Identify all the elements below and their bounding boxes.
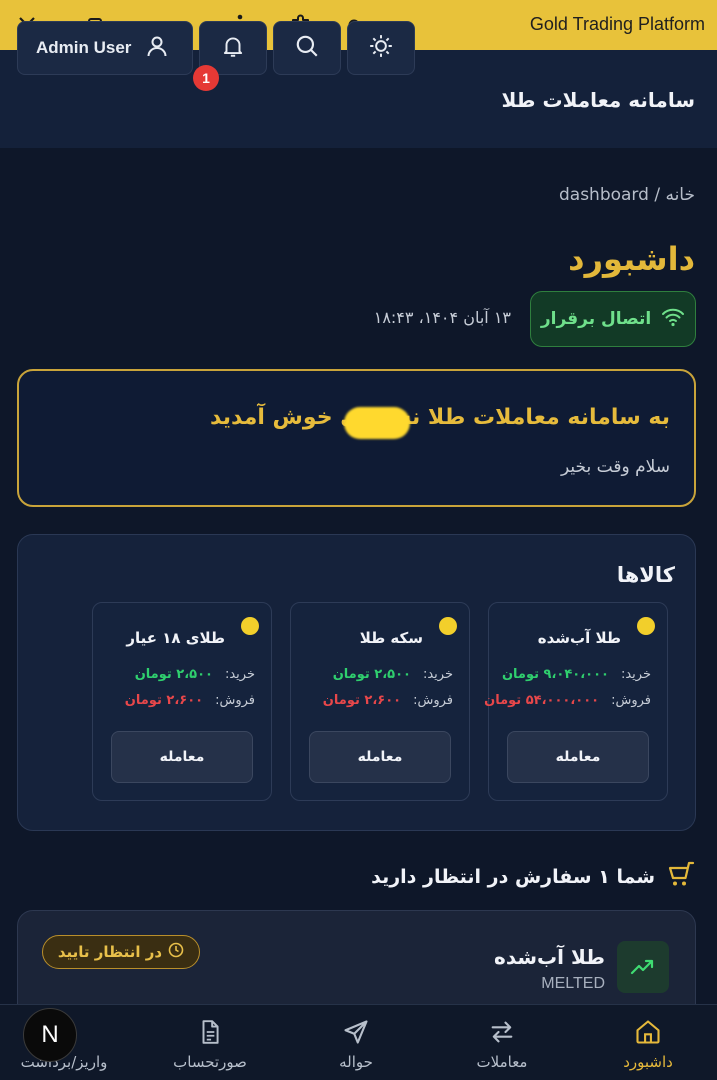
theme-toggle-button[interactable]	[347, 21, 415, 75]
sell-price: ۵۴،۰۰۰،۰۰۰ تومان	[484, 693, 600, 708]
pending-orders-text: شما ۱ سفارش در انتظار دارید	[371, 865, 655, 888]
nav-item-invoice[interactable]: صورتحساب	[150, 1017, 270, 1079]
sell-label: فروش:	[611, 693, 651, 708]
buy-price: ۲،۵۰۰ تومان	[332, 667, 411, 682]
goods-card-18k-gold: طلای ۱۸ عیار خرید: ۲،۵۰۰ تومان فروش: ۲،۶۰۰…	[92, 602, 272, 801]
trade-button[interactable]: معامله	[111, 731, 253, 783]
order-item-code: MELTED	[541, 975, 605, 992]
home-icon	[588, 1017, 708, 1047]
pending-orders-notice: شما ۱ سفارش در انتظار دارید	[371, 860, 695, 893]
page-title: داشبورد	[568, 240, 695, 278]
goods-name: سکه طلا	[359, 629, 423, 647]
live-indicator-icon	[637, 617, 655, 635]
user-icon	[145, 34, 169, 63]
trade-button[interactable]: معامله	[507, 731, 649, 783]
current-datetime: ۱۳ آبان ۱۴۰۴، ۱۸:۴۳	[373, 308, 511, 327]
swap-icon	[442, 1017, 562, 1047]
buy-price: ۹،۰۴۰،۰۰۰ تومان	[501, 667, 609, 682]
goods-title: کالاها	[616, 563, 675, 587]
dev-tools-badge[interactable]: N	[23, 1008, 77, 1062]
welcome-subtitle: سلام وقت بخیر	[561, 457, 670, 477]
welcome-banner: به سامانه معاملات طلا نسخه‌ی خوش آمدید س…	[17, 369, 696, 507]
document-icon	[150, 1017, 270, 1047]
live-indicator-icon	[439, 617, 457, 635]
notification-badge: 1	[193, 65, 219, 91]
user-name: Admin User	[36, 38, 132, 57]
sell-price: ۲،۶۰۰ تومان	[322, 693, 402, 708]
order-status-badge: در انتظار تایید	[42, 935, 200, 969]
nav-item-transfer[interactable]: حواله	[296, 1017, 416, 1079]
nav-item-trades[interactable]: معاملات	[442, 1017, 562, 1079]
nav-label: حواله	[339, 1053, 373, 1071]
nav-label: داشبورد	[623, 1053, 673, 1071]
app-title: سامانه معاملات طلا	[501, 88, 695, 112]
user-menu-button[interactable]: Admin User	[17, 21, 193, 75]
clock-icon	[168, 942, 184, 962]
goods-name: طلا آب‌شده	[537, 629, 621, 647]
goods-name: طلای ۱۸ عیار	[126, 629, 225, 647]
sell-label: فروش:	[215, 693, 255, 708]
redaction-mark	[344, 407, 410, 439]
sell-price: ۲،۶۰۰ تومان	[124, 693, 204, 708]
wifi-icon	[661, 307, 685, 332]
cart-icon	[665, 860, 695, 893]
trending-up-icon	[617, 941, 669, 993]
trade-button[interactable]: معامله	[309, 731, 451, 783]
order-status-label: در انتظار تایید	[57, 943, 163, 961]
nav-label: معاملات	[476, 1053, 528, 1071]
connection-status-label: اتصال برقرار	[540, 309, 652, 329]
sell-label: فروش:	[413, 693, 453, 708]
welcome-title: به سامانه معاملات طلا نسخه‌ی خوش آمدید	[210, 405, 670, 430]
buy-label: خرید:	[422, 667, 453, 682]
send-icon	[296, 1017, 416, 1047]
order-item-name: طلا آب‌شده	[494, 945, 605, 969]
buy-label: خرید:	[224, 667, 255, 682]
buy-price: ۲،۵۰۰ تومان	[134, 667, 213, 682]
goods-panel: کالاها طلا آب‌شده خرید: ۹،۰۴۰،۰۰۰ تومان ف…	[17, 534, 696, 831]
nav-label: صورتحساب	[173, 1053, 247, 1071]
nav-item-dashboard[interactable]: داشبورد	[588, 1017, 708, 1079]
search-button[interactable]	[273, 21, 341, 75]
search-icon	[294, 33, 320, 63]
window-title: Gold Trading Platform	[529, 14, 705, 34]
bottom-nav: داشبورد معاملات حواله صورتحساب واریز/برد…	[0, 1004, 717, 1080]
goods-card-melted-gold: طلا آب‌شده خرید: ۹،۰۴۰،۰۰۰ تومان فروش: ۵۴،…	[484, 602, 668, 801]
buy-label: خرید:	[620, 667, 651, 682]
goods-card-gold-coin: سکه طلا خرید: ۲،۵۰۰ تومان فروش: ۲،۶۰۰ توما…	[290, 602, 470, 801]
breadcrumb[interactable]: خانه / dashboard	[559, 185, 695, 205]
sun-icon	[368, 33, 394, 63]
live-indicator-icon	[241, 617, 259, 635]
bell-icon	[220, 33, 246, 63]
connection-status-badge: اتصال برقرار	[530, 291, 696, 347]
